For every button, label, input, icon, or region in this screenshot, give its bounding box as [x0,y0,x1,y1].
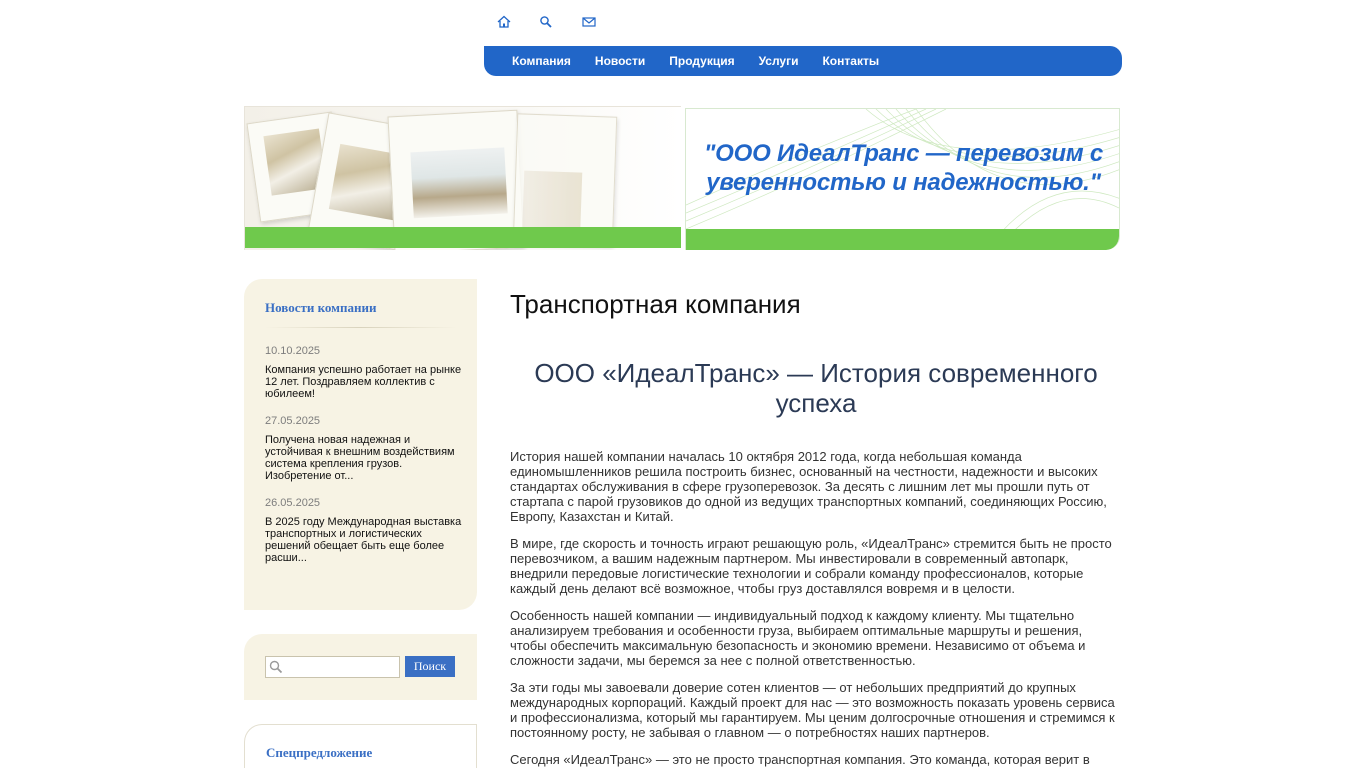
article-paragraph: В мире, где скорость и точность играют р… [510,536,1112,596]
news-item: 26.05.2025 В 2025 году Международная выс… [265,497,463,564]
news-item: 27.05.2025 Получена новая надежная и уст… [265,415,463,482]
divider [265,327,457,328]
article-subtitle: ООО «ИдеалТранс» — История современного … [534,358,1098,418]
header-banner: "ООО ИдеалТранс — перевозим с уверенност… [244,106,1122,252]
nav-item-company[interactable]: Компания [512,54,571,68]
search-panel: Поиск [244,634,477,700]
news-link[interactable]: Получена новая надежная и устойчивая к в… [265,434,463,482]
home-icon[interactable] [496,14,514,32]
article-paragraph: Сегодня «ИдеалТранс» — это не просто тра… [510,752,1090,767]
nav-item-contacts[interactable]: Контакты [822,54,879,68]
banner-slogan-panel: "ООО ИдеалТранс — перевозим с уверенност… [685,108,1120,250]
news-date: 26.05.2025 [265,497,321,509]
news-date: 27.05.2025 [265,415,321,427]
nav-item-news[interactable]: Новости [595,54,645,68]
article-paragraph: Особенность нашей компании — индивидуаль… [510,608,1086,668]
news-link[interactable]: Компания успешно работает на рынке 12 ле… [265,364,463,400]
article-paragraph: За эти годы мы завоевали доверие сотен к… [510,680,1115,740]
nav-item-services[interactable]: Услуги [759,54,799,68]
article-paragraph: История нашей компании началась 10 октяб… [510,449,1107,524]
news-date: 10.10.2025 [265,345,321,357]
banner-slogan: "ООО ИдеалТранс — перевозим с уверенност… [703,140,1104,196]
banner-photos [244,106,681,250]
top-icon-bar [494,14,614,32]
special-offer-title[interactable]: Спецпредложение [266,745,372,761]
news-panel-title[interactable]: Новости компании [265,300,377,316]
page-title: Транспортная компания [510,289,801,319]
main-content: Транспортная компания ООО «ИдеалТранс» —… [510,288,1122,767]
search-icon[interactable] [538,14,556,32]
company-news-panel: Новости компании 10.10.2025 Компания усп… [244,279,477,610]
news-item: 10.10.2025 Компания успешно работает на … [265,345,463,400]
mail-icon[interactable] [581,14,599,32]
main-navigation: Компания Новости Продукция Услуги Контак… [484,46,1122,76]
magnifier-icon [269,660,283,674]
special-offer-panel: Спецпредложение [244,724,477,768]
search-input[interactable] [265,656,400,678]
banner-green-strip [245,227,681,248]
nav-item-products[interactable]: Продукция [669,54,734,68]
search-button[interactable]: Поиск [405,656,455,677]
banner-green-strip [686,229,1119,250]
news-link[interactable]: В 2025 году Международная выставка транс… [265,516,463,564]
